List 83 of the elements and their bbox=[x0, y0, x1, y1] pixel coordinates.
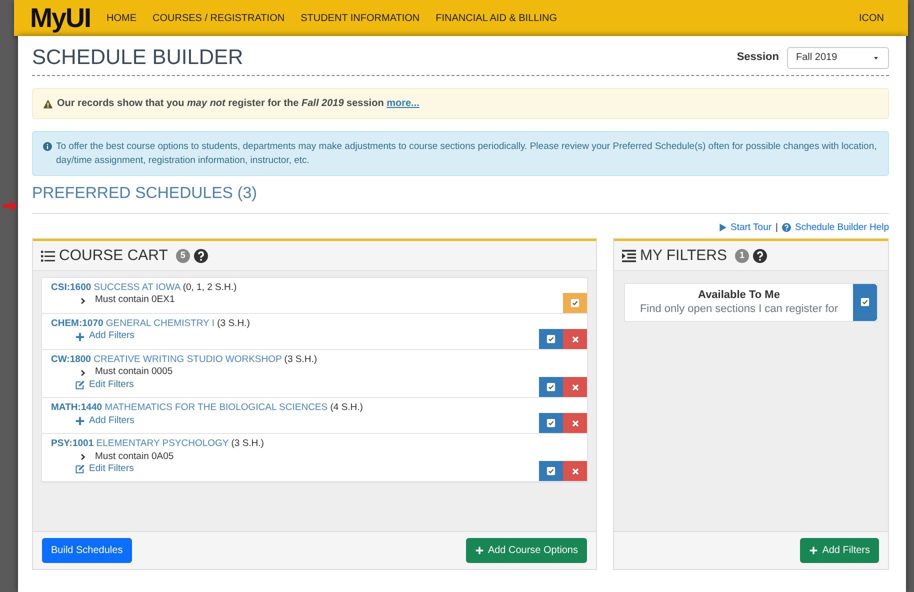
nav-link[interactable]: ICON bbox=[859, 12, 884, 24]
close-icon bbox=[570, 418, 580, 428]
course-link[interactable]: SUCCESS AT IOWA bbox=[94, 282, 180, 294]
checkbox-icon bbox=[546, 418, 556, 428]
info-message: To offer the best course options to students, departments may make adjustments to course sections periodically. Please review your Preferred Schedule(s) often for possible changes with location, day/time assignment, registration information, instructor, etc. bbox=[56, 140, 878, 167]
confirm-button[interactable] bbox=[539, 329, 563, 350]
confirm-button[interactable] bbox=[539, 413, 563, 434]
nav-link[interactable]: COURSES / REGISTRATION bbox=[152, 12, 285, 24]
filter-link[interactable]: Add Filters bbox=[75, 330, 134, 343]
course-code: CW:1800 bbox=[51, 354, 91, 366]
add-course-options-button[interactable]: Add Course Options bbox=[466, 538, 587, 564]
remove-button[interactable] bbox=[563, 329, 587, 350]
help-icon bbox=[752, 248, 767, 263]
session-label: Session bbox=[736, 50, 779, 65]
remove-button[interactable] bbox=[563, 377, 587, 398]
checkbox-icon bbox=[570, 298, 580, 308]
plus-icon bbox=[809, 546, 818, 556]
filter-link[interactable]: Add Filters bbox=[75, 414, 134, 427]
help-link[interactable]: Start Tour bbox=[718, 222, 772, 234]
separator: | bbox=[776, 222, 778, 234]
plus-icon bbox=[75, 416, 85, 426]
logo[interactable]: MyUI bbox=[30, 4, 91, 32]
plus-icon bbox=[474, 546, 484, 556]
chevron-icon bbox=[79, 452, 87, 461]
indent-icon bbox=[622, 248, 636, 263]
course-code: MATH:1440 bbox=[51, 402, 102, 414]
course-credits: (0, 1, 2 S.H.) bbox=[182, 282, 237, 294]
confirm-button[interactable] bbox=[539, 461, 563, 482]
count-badge: 1 bbox=[734, 248, 749, 263]
section-heading: PREFERRED SCHEDULES (3) bbox=[32, 184, 258, 204]
checkbox-icon bbox=[546, 466, 556, 476]
filter-title: Available To Me bbox=[697, 288, 781, 302]
filter-link[interactable]: Edit Filters bbox=[75, 378, 134, 392]
course-code: PSY:1001 bbox=[51, 438, 94, 450]
nav-link[interactable]: STUDENT INFORMATION bbox=[300, 12, 420, 24]
close-icon bbox=[570, 466, 580, 476]
requirement-text: Must contain 0EX1 bbox=[95, 294, 175, 307]
course-credits: (3 S.H.) bbox=[283, 354, 318, 366]
checkbox-icon bbox=[860, 297, 870, 308]
nav-link[interactable]: HOME bbox=[106, 12, 137, 24]
course-code: CSI:1600 bbox=[51, 282, 92, 294]
help-icon bbox=[782, 223, 791, 232]
session-select[interactable]: Fall 2019 bbox=[787, 46, 889, 69]
list-icon bbox=[41, 248, 55, 263]
page-title: SCHEDULE BUILDER bbox=[32, 45, 244, 71]
filter-link[interactable]: Edit Filters bbox=[75, 462, 134, 476]
course-credits: (4 S.H.) bbox=[329, 402, 363, 414]
chevron-icon bbox=[79, 368, 87, 377]
play-icon bbox=[718, 223, 726, 232]
edit-icon bbox=[75, 464, 85, 474]
panel-header: MY FILTERS 1 bbox=[614, 239, 888, 272]
chevron-icon bbox=[79, 296, 87, 305]
plus-icon bbox=[75, 332, 85, 342]
checkbox-icon bbox=[546, 382, 556, 392]
course-link[interactable]: ELEMENTARY PSYCHOLOGY bbox=[96, 438, 229, 450]
course-link[interactable]: CREATIVE WRITING STUDIO WORKSHOP bbox=[94, 354, 282, 366]
edit-icon bbox=[75, 380, 85, 390]
add-filters-button[interactable]: Add Filters bbox=[800, 538, 879, 564]
requirement-text: Must contain 0A05 bbox=[95, 450, 174, 463]
build-schedules-button[interactable]: Build Schedules bbox=[42, 538, 132, 564]
remove-button[interactable] bbox=[563, 413, 587, 434]
filter-checkbox[interactable] bbox=[853, 284, 877, 321]
course-link[interactable]: MATHEMATICS FOR THE BIOLOGICAL SCIENCES bbox=[104, 402, 328, 414]
panel-header: COURSE CART 5 bbox=[33, 239, 596, 272]
warning-icon bbox=[43, 98, 53, 109]
course-code: CHEM:1070 bbox=[51, 318, 104, 330]
course-credits: (3 S.H.) bbox=[230, 438, 264, 450]
nav-link[interactable]: FINANCIAL AID & BILLING bbox=[436, 12, 557, 24]
warning-message: Our records show that you may not register for the Fall 2019 session more... bbox=[57, 97, 420, 110]
count-badge: 5 bbox=[176, 248, 190, 263]
info-icon bbox=[43, 142, 52, 152]
remove-button[interactable] bbox=[563, 461, 587, 482]
checkbox-icon bbox=[546, 334, 556, 344]
filter-description: Find only open sections I can register for bbox=[638, 302, 840, 317]
course-credits: (3 S.H.) bbox=[216, 318, 250, 330]
more-link[interactable]: more... bbox=[386, 98, 420, 110]
close-icon bbox=[570, 382, 580, 392]
help-icon bbox=[194, 248, 208, 263]
course-link[interactable]: GENERAL CHEMISTRY I bbox=[106, 318, 214, 330]
requirement-text: Must contain 0005 bbox=[95, 366, 173, 379]
confirm-button[interactable] bbox=[539, 377, 563, 398]
help-link[interactable]: Schedule Builder Help bbox=[782, 222, 889, 234]
close-icon bbox=[570, 334, 580, 344]
